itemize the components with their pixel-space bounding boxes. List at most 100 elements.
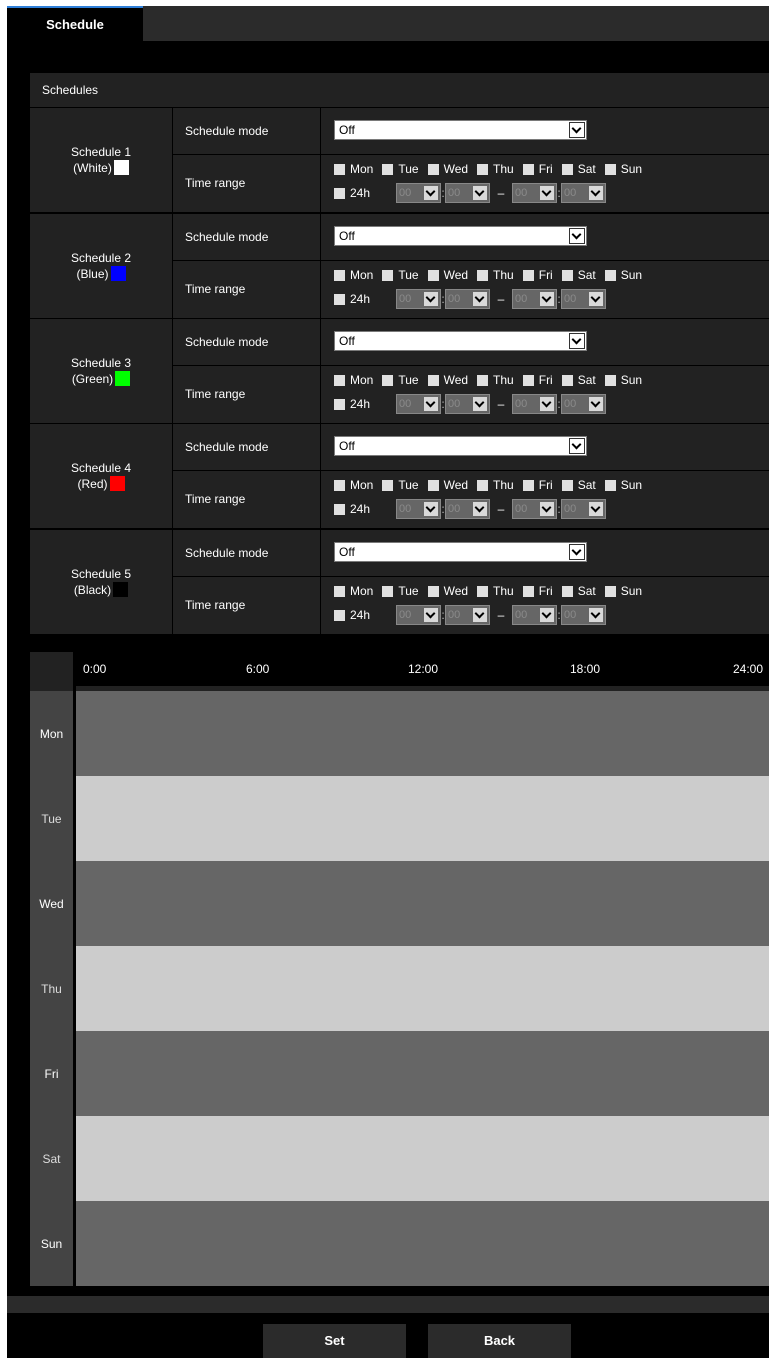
set-button[interactable]: Set [263, 1324, 406, 1358]
day-checkbox-fri[interactable]: Fri [522, 268, 553, 282]
checkbox[interactable] [561, 479, 573, 491]
end-minute-select[interactable]: 00 [561, 499, 606, 519]
checkbox[interactable] [522, 585, 534, 597]
schedule-mode-select[interactable]: Off [334, 436, 587, 456]
day-checkbox-fri[interactable]: Fri [522, 478, 553, 492]
day-checkbox-thu[interactable]: Thu [477, 162, 514, 176]
day-checkbox-sun[interactable]: Sun [604, 162, 642, 176]
day-checkbox-wed[interactable]: Wed [427, 373, 468, 387]
end-hour-select[interactable]: 00 [512, 499, 557, 519]
checkbox[interactable] [604, 269, 616, 281]
day-checkbox-mon[interactable]: Mon [334, 268, 373, 282]
checkbox[interactable] [334, 609, 345, 621]
day-checkbox-sun[interactable]: Sun [604, 268, 642, 282]
start-minute-select[interactable]: 00 [445, 289, 490, 309]
schedule-mode-select[interactable]: Off [334, 542, 587, 562]
day-checkbox-wed[interactable]: Wed [427, 478, 468, 492]
checkbox[interactable] [334, 585, 345, 597]
day-checkbox-fri[interactable]: Fri [522, 373, 553, 387]
checkbox[interactable] [522, 479, 534, 491]
tab-schedule[interactable]: Schedule [7, 6, 143, 41]
day-checkbox-sat[interactable]: Sat [561, 162, 596, 176]
schedule-mode-select[interactable]: Off [334, 331, 587, 351]
checkbox[interactable] [334, 374, 345, 386]
checkbox[interactable] [522, 163, 534, 175]
checkbox[interactable] [382, 374, 394, 386]
start-hour-select[interactable]: 00 [396, 605, 441, 625]
start-hour-select[interactable]: 00 [396, 289, 441, 309]
day-checkbox-sun[interactable]: Sun [604, 478, 642, 492]
day-checkbox-wed[interactable]: Wed [427, 268, 468, 282]
checkbox[interactable] [561, 163, 573, 175]
day-checkbox-mon[interactable]: Mon [334, 162, 373, 176]
checkbox[interactable] [604, 585, 616, 597]
end-hour-select[interactable]: 00 [512, 183, 557, 203]
checkbox[interactable] [427, 585, 439, 597]
checkbox[interactable] [427, 163, 439, 175]
end-hour-select[interactable]: 00 [512, 605, 557, 625]
checkbox[interactable] [561, 269, 573, 281]
checkbox[interactable] [334, 479, 345, 491]
day-checkbox-sat[interactable]: Sat [561, 268, 596, 282]
schedule-mode-select[interactable]: Off [334, 226, 587, 246]
start-hour-select[interactable]: 00 [396, 394, 441, 414]
start-minute-select[interactable]: 00 [445, 183, 490, 203]
day-checkbox-mon[interactable]: Mon [334, 478, 373, 492]
day-checkbox-thu[interactable]: Thu [477, 584, 514, 598]
end-minute-select[interactable]: 00 [561, 289, 606, 309]
day-checkbox-tue[interactable]: Tue [382, 373, 419, 387]
start-hour-select[interactable]: 00 [396, 499, 441, 519]
checkbox[interactable] [334, 293, 345, 305]
checkbox[interactable] [382, 585, 394, 597]
checkbox[interactable] [334, 503, 345, 515]
checkbox[interactable] [604, 479, 616, 491]
day-checkbox-wed[interactable]: Wed [427, 584, 468, 598]
day-checkbox-sat[interactable]: Sat [561, 584, 596, 598]
day-checkbox-mon[interactable]: Mon [334, 373, 373, 387]
checkbox[interactable] [522, 374, 534, 386]
24h-checkbox[interactable]: 24h [334, 292, 396, 306]
day-checkbox-fri[interactable]: Fri [522, 584, 553, 598]
checkbox[interactable] [604, 163, 616, 175]
checkbox[interactable] [477, 585, 489, 597]
checkbox[interactable] [477, 374, 489, 386]
checkbox[interactable] [382, 163, 394, 175]
end-minute-select[interactable]: 00 [561, 605, 606, 625]
day-checkbox-tue[interactable]: Tue [382, 268, 419, 282]
24h-checkbox[interactable]: 24h [334, 502, 396, 516]
day-checkbox-tue[interactable]: Tue [382, 162, 419, 176]
day-checkbox-sun[interactable]: Sun [604, 584, 642, 598]
schedule-mode-select[interactable]: Off [334, 120, 587, 140]
day-checkbox-tue[interactable]: Tue [382, 584, 419, 598]
day-checkbox-sun[interactable]: Sun [604, 373, 642, 387]
start-hour-select[interactable]: 00 [396, 183, 441, 203]
checkbox[interactable] [334, 398, 345, 410]
checkbox[interactable] [522, 269, 534, 281]
checkbox[interactable] [477, 269, 489, 281]
back-button[interactable]: Back [428, 1324, 571, 1358]
checkbox[interactable] [382, 269, 394, 281]
day-checkbox-mon[interactable]: Mon [334, 584, 373, 598]
checkbox[interactable] [477, 479, 489, 491]
day-checkbox-sat[interactable]: Sat [561, 478, 596, 492]
day-checkbox-thu[interactable]: Thu [477, 373, 514, 387]
checkbox[interactable] [427, 269, 439, 281]
day-checkbox-wed[interactable]: Wed [427, 162, 468, 176]
end-minute-select[interactable]: 00 [561, 183, 606, 203]
start-minute-select[interactable]: 00 [445, 394, 490, 414]
start-minute-select[interactable]: 00 [445, 499, 490, 519]
24h-checkbox[interactable]: 24h [334, 397, 396, 411]
day-checkbox-fri[interactable]: Fri [522, 162, 553, 176]
checkbox[interactable] [427, 374, 439, 386]
day-checkbox-thu[interactable]: Thu [477, 268, 514, 282]
checkbox[interactable] [427, 479, 439, 491]
end-minute-select[interactable]: 00 [561, 394, 606, 414]
day-checkbox-sat[interactable]: Sat [561, 373, 596, 387]
checkbox[interactable] [561, 374, 573, 386]
24h-checkbox[interactable]: 24h [334, 608, 396, 622]
day-checkbox-tue[interactable]: Tue [382, 478, 419, 492]
end-hour-select[interactable]: 00 [512, 394, 557, 414]
checkbox[interactable] [334, 187, 345, 199]
checkbox[interactable] [334, 163, 345, 175]
start-minute-select[interactable]: 00 [445, 605, 490, 625]
